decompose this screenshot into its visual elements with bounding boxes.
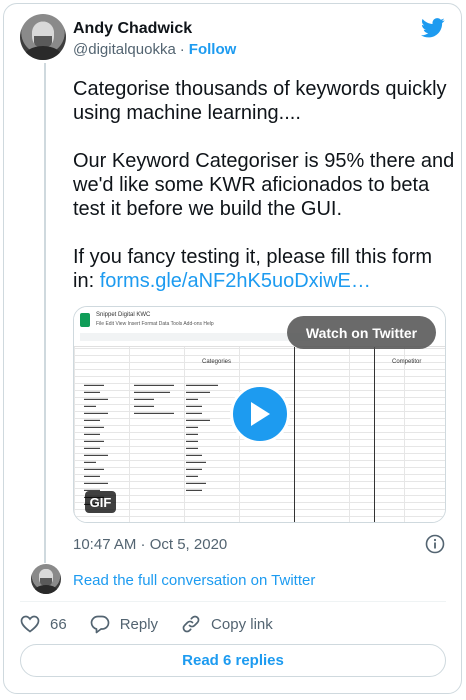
author-name[interactable]: Andy Chadwick	[73, 20, 192, 38]
tweet-text: Categorise thousands of keywords quickly…	[73, 77, 458, 317]
author-avatar[interactable]	[20, 14, 66, 60]
gif-badge: GIF	[85, 491, 116, 513]
reply-button[interactable]: Reply	[90, 615, 158, 634]
tweet-paragraph: Our Keyword Categoriser is 95% there and…	[73, 150, 455, 220]
like-count: 66	[50, 615, 67, 633]
reply-icon	[90, 615, 110, 633]
reply-label: Reply	[119, 615, 159, 633]
tweet-actions: 66 Reply Copy link	[20, 612, 296, 636]
categories-header: Categories	[202, 359, 232, 365]
grid-divider	[374, 347, 375, 522]
copy-link-button[interactable]: Copy link	[181, 614, 273, 634]
heart-icon	[20, 615, 40, 633]
play-button[interactable]	[230, 384, 290, 444]
sheet-toolbar	[80, 333, 310, 341]
reply-avatar[interactable]	[31, 564, 61, 594]
tweet-timestamp[interactable]: 10:47 AM · Oct 5, 2020	[73, 536, 227, 553]
read-conversation-link[interactable]: Read the full conversation on Twitter	[73, 572, 315, 589]
tweet-paragraph: If you fancy testing it, please fill thi…	[73, 245, 458, 293]
sheet-title: Snippet Digital KWC	[96, 312, 151, 318]
play-icon	[251, 402, 270, 426]
competitor-header: Competitor	[392, 359, 422, 365]
keyword-column: ▬▬▬▬▬ ▬▬▬▬ ▬▬▬▬▬▬ ▬▬▬ ▬▬▬▬▬▬ ▬▬▬▬ ▬▬▬▬▬ …	[84, 382, 108, 506]
author-handle[interactable]: @digitalquokka	[73, 41, 176, 58]
link-icon	[182, 615, 200, 633]
like-button[interactable]: 66	[20, 615, 67, 633]
divider	[20, 601, 446, 602]
info-icon[interactable]	[425, 534, 445, 554]
twitter-bird-icon[interactable]	[421, 18, 445, 38]
subcategory-column: ▬▬▬▬▬▬▬▬ ▬▬▬▬▬▬ ▬▬▬ ▬▬▬▬ ▬▬▬▬ ▬▬▬▬▬▬ ▬▬▬…	[186, 382, 218, 492]
watch-on-twitter-button[interactable]: Watch on Twitter	[287, 316, 436, 349]
sheets-icon	[80, 313, 90, 327]
thread-line	[44, 63, 46, 563]
form-link[interactable]: forms.gle/aNF2hK5uoDxiwE…	[100, 270, 371, 292]
copy-link-label: Copy link	[211, 615, 273, 633]
category-column: ▬▬▬▬▬▬▬▬▬▬ ▬▬▬▬▬▬▬▬▬ ▬▬▬▬▬ ▬▬▬▬▬ ▬▬▬▬▬▬▬…	[134, 382, 174, 415]
sheet-menu: File Edit View Insert Format Data Tools …	[96, 321, 214, 327]
tweet-paragraph: Categorise thousands of keywords quickly…	[73, 78, 447, 124]
follow-button[interactable]: Follow	[189, 41, 237, 58]
author-handle-row: @digitalquokka · Follow	[73, 41, 237, 58]
read-replies-button[interactable]: Read 6 replies	[20, 644, 446, 677]
grid-divider	[294, 347, 295, 522]
